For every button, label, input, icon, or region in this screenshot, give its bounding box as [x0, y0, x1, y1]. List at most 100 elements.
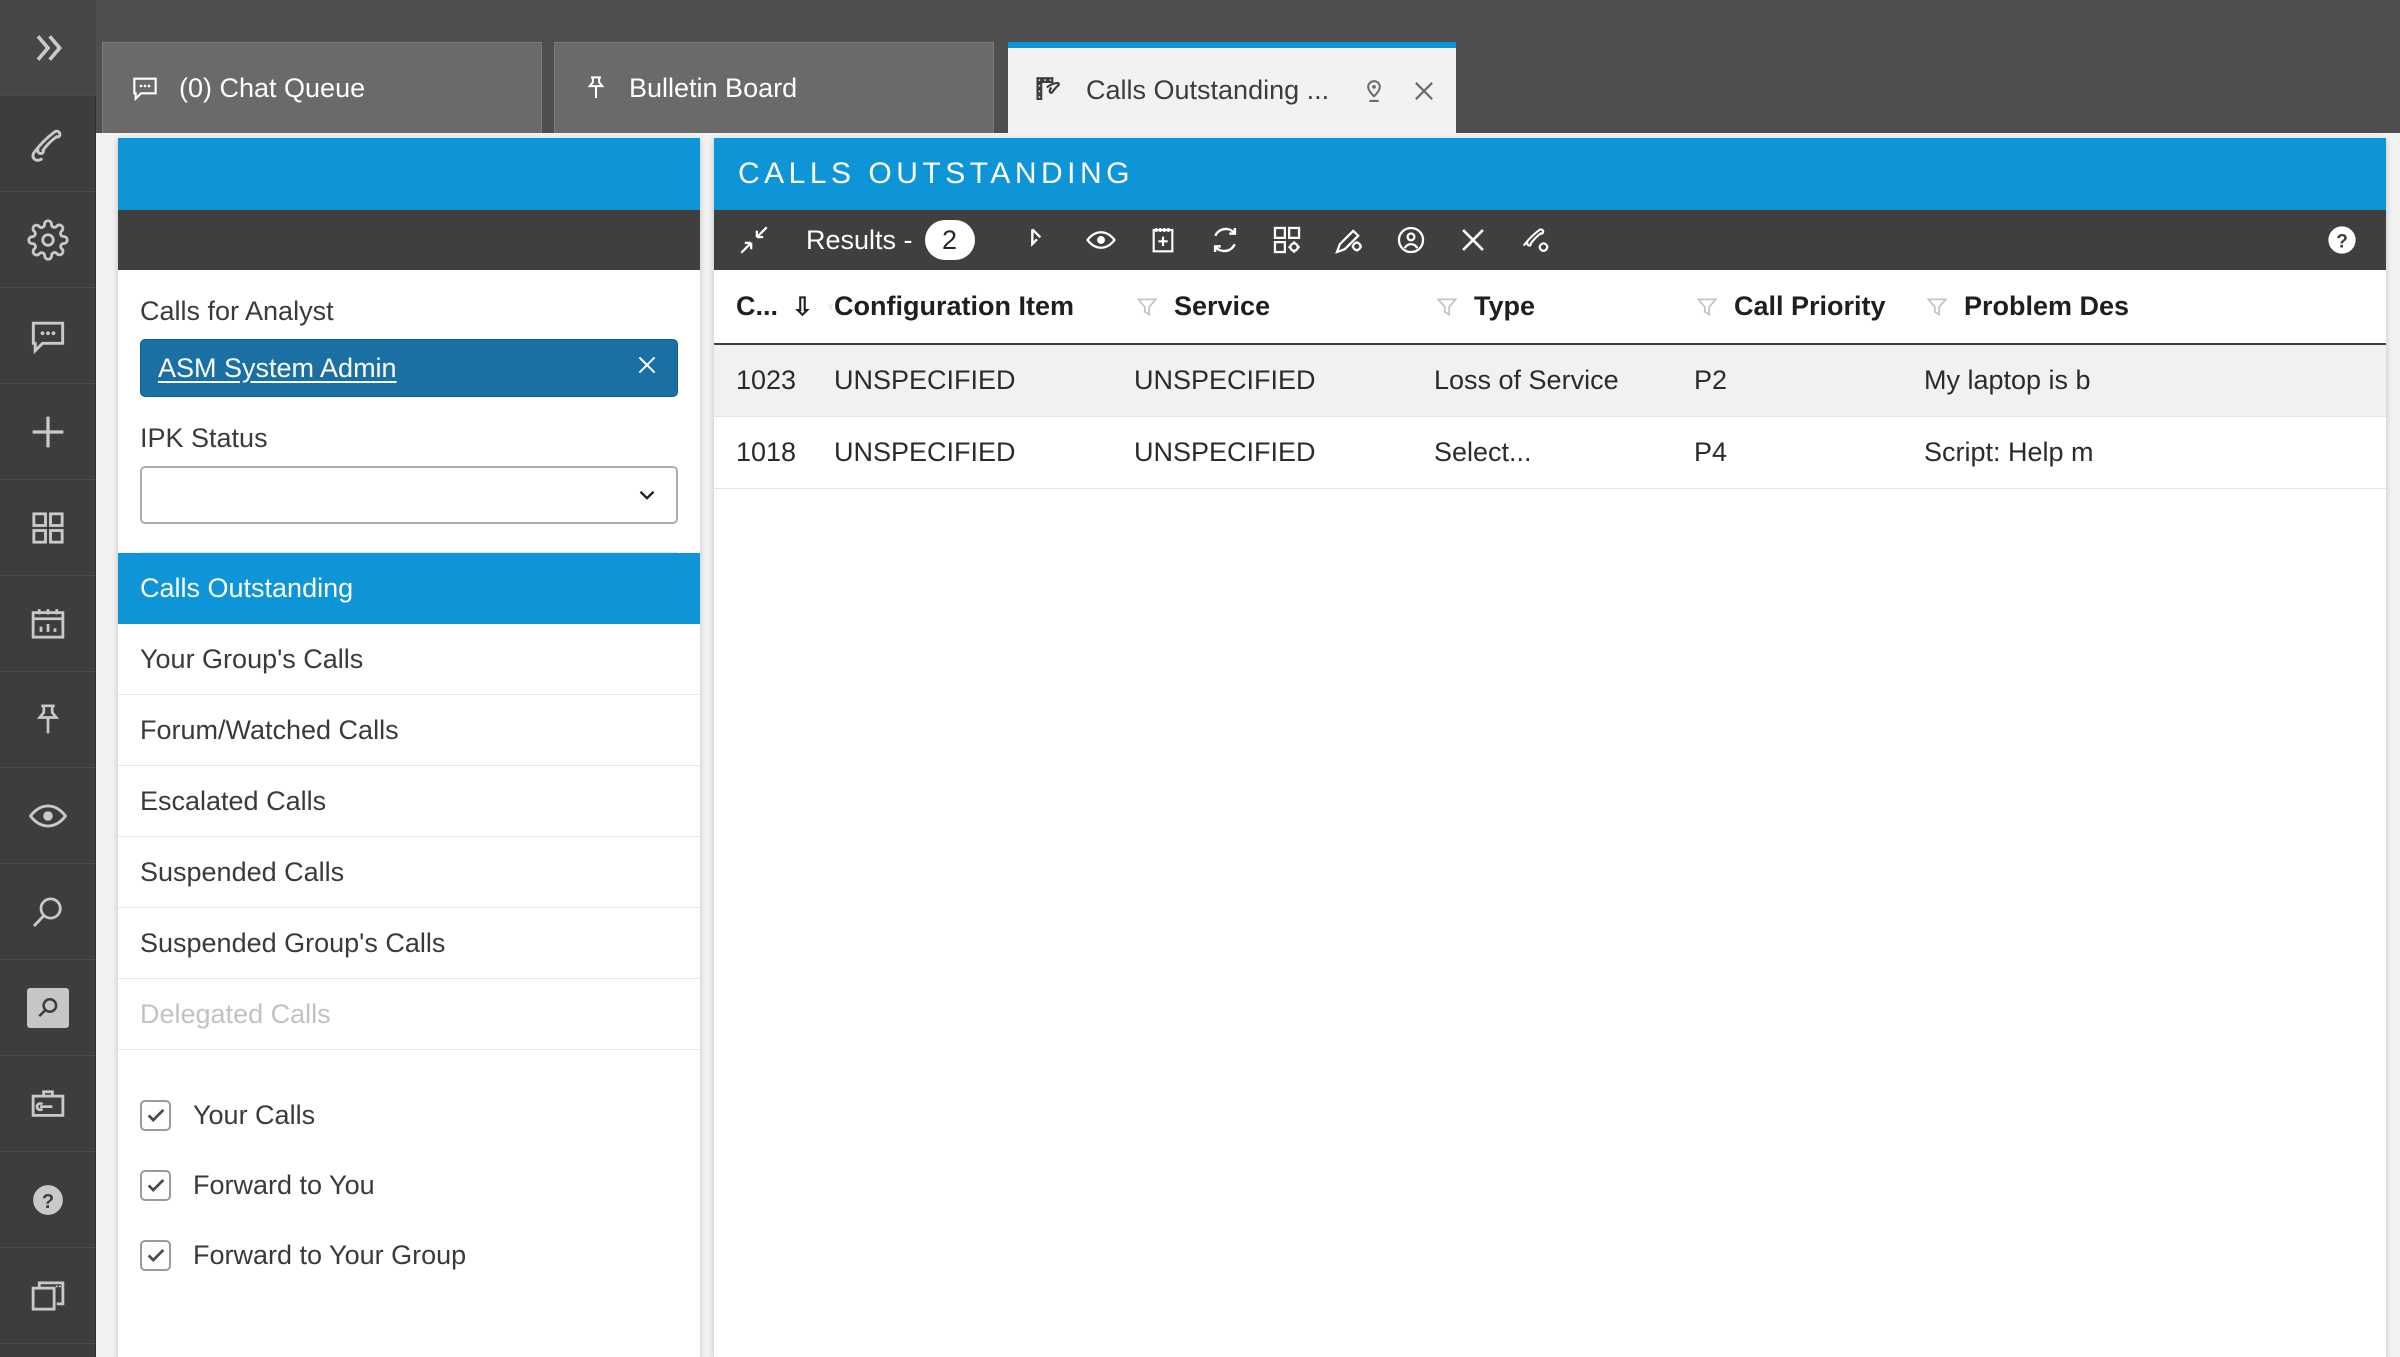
rail-item-calls[interactable]: [0, 96, 96, 192]
rail-item-dashboard[interactable]: [0, 480, 96, 576]
new-call-button[interactable]: [1143, 220, 1183, 260]
column-label: Problem Des: [1964, 291, 2130, 321]
tab-chat-queue[interactable]: (0) Chat Queue: [102, 42, 542, 133]
column-label: Service: [1174, 291, 1271, 321]
column-header-type[interactable]: Type: [1434, 270, 1694, 345]
rail-item-new[interactable]: [0, 384, 96, 480]
pointer-select-button[interactable]: [1019, 220, 1059, 260]
cell-service: UNSPECIFIED: [1134, 416, 1434, 489]
tab-strip: (0) Chat Queue Bulletin Board Calls Outs…: [96, 0, 2400, 133]
table-row[interactable]: 1018 UNSPECIFIED UNSPECIFIED Select... P…: [714, 416, 2386, 489]
sidebar-item-forum-watched-calls[interactable]: Forum/Watched Calls: [118, 695, 700, 766]
column-header-problem-description[interactable]: Problem Des: [1924, 270, 2386, 345]
rail-item-tools[interactable]: [0, 1056, 96, 1152]
gear-icon: [27, 218, 69, 261]
grid-icon: [32, 511, 64, 544]
checkbox-forward-to-your-group[interactable]: [140, 1239, 171, 1271]
filter-funnel-icon[interactable]: [1434, 294, 1460, 320]
tab-bulletin-board[interactable]: Bulletin Board: [554, 42, 994, 133]
checkbox-row-your-calls[interactable]: Your Calls: [140, 1080, 700, 1150]
sidebar-item-label: Calls Outstanding: [140, 573, 354, 603]
column-header-configuration-item[interactable]: Configuration Item: [834, 270, 1134, 345]
chat-bubble-icon: [31, 321, 65, 354]
rail-item-chat[interactable]: [0, 288, 96, 384]
expand-rail-button[interactable]: [0, 0, 96, 96]
check-icon: [147, 1178, 164, 1192]
eye-icon: [28, 803, 68, 828]
sidebar-item-suspended-calls[interactable]: Suspended Calls: [118, 837, 700, 908]
phone-icon: [31, 129, 62, 162]
phone-settings-button[interactable]: [1515, 220, 1555, 260]
close-icon[interactable]: [1410, 77, 1438, 105]
rail-item-reports[interactable]: [0, 576, 96, 672]
column-header-call-priority[interactable]: Call Priority: [1694, 270, 1924, 345]
ipk-status-select[interactable]: [140, 466, 678, 524]
close-call-button[interactable]: [1453, 220, 1493, 260]
rail-item-watched[interactable]: [0, 768, 96, 864]
analyst-input[interactable]: ASM System Admin: [140, 339, 678, 397]
location-pin-icon[interactable]: [1360, 77, 1388, 105]
analyst-field-block: Calls for Analyst ASM System Admin: [118, 270, 700, 397]
search-icon: [32, 896, 62, 927]
pencil-settings-icon: [1334, 229, 1362, 254]
help-button[interactable]: ?: [2322, 220, 2362, 260]
chevron-double-right-icon: [36, 34, 63, 61]
collapse-arrows-icon: [740, 226, 768, 254]
tab-label: Bulletin Board: [629, 72, 798, 103]
rail-item-windows[interactable]: [0, 1248, 96, 1344]
filter-funnel-icon[interactable]: [1134, 294, 1160, 320]
pin-icon: [36, 704, 60, 733]
grid-settings-button[interactable]: [1267, 220, 1307, 260]
sidebar-item-your-groups-calls[interactable]: Your Group's Calls: [118, 624, 700, 695]
pencil-settings-button[interactable]: [1329, 220, 1369, 260]
checkbox-forward-to-you[interactable]: [140, 1169, 171, 1201]
rail-item-search[interactable]: [0, 864, 96, 960]
close-x-icon: [1461, 229, 1484, 251]
checkbox-row-forward-to-you[interactable]: Forward to You: [140, 1150, 700, 1220]
cell-type: Loss of Service: [1434, 344, 1694, 417]
checkbox-row-forward-to-your-group[interactable]: Forward to Your Group: [140, 1220, 700, 1290]
filter-funnel-icon[interactable]: [1924, 294, 1950, 320]
checkbox-label: Forward to You: [193, 1169, 375, 1200]
rail-item-bulletin[interactable]: [0, 672, 96, 768]
eye-icon: [1085, 231, 1116, 249]
sidebar-item-calls-outstanding[interactable]: Calls Outstanding: [118, 553, 700, 624]
analyst-token-label: ASM System Admin: [158, 352, 397, 383]
clear-analyst-button[interactable]: [634, 352, 660, 384]
chat-bubble-icon: [133, 77, 157, 102]
sidebar-item-label: Your Group's Calls: [140, 643, 364, 674]
refresh-icon: [1213, 227, 1236, 253]
column-header-call-number[interactable]: C... ⇩: [714, 270, 834, 345]
cell-call-priority: P4: [1694, 416, 1924, 489]
grid-settings-icon: [1273, 226, 1300, 254]
calls-outstanding-icon: [1036, 76, 1060, 100]
left-icon-rail: ?: [0, 0, 96, 1357]
cell-service: UNSPECIFIED: [1134, 344, 1434, 417]
person-circle-icon: [1397, 226, 1424, 254]
ipk-status-block: IPK Status: [118, 397, 700, 553]
sidebar-item-suspended-groups-calls[interactable]: Suspended Group's Calls: [118, 908, 700, 979]
check-icon: [147, 1248, 164, 1262]
rail-item-settings[interactable]: [0, 192, 96, 288]
filter-funnel-icon[interactable]: [1694, 294, 1720, 320]
rail-item-advanced-search[interactable]: [0, 960, 96, 1056]
page-title: CALLS OUTSTANDING: [738, 157, 1134, 190]
rail-item-help[interactable]: ?: [0, 1152, 96, 1248]
column-label: Type: [1474, 291, 1536, 321]
table-row[interactable]: 1023 UNSPECIFIED UNSPECIFIED Loss of Ser…: [714, 344, 2386, 417]
tab-calls-outstanding[interactable]: Calls Outstanding ...: [1008, 42, 1456, 133]
cell-problem-description: My laptop is b: [1924, 344, 2386, 417]
view-button[interactable]: [1081, 220, 1121, 260]
cell-call-number: 1023: [714, 344, 834, 417]
refresh-button[interactable]: [1205, 220, 1245, 260]
search-box-icon: [27, 987, 69, 1028]
filter-funnel-icon[interactable]: [827, 294, 834, 320]
sidebar-item-escalated-calls[interactable]: Escalated Calls: [118, 766, 700, 837]
checkbox-your-calls[interactable]: [140, 1099, 171, 1131]
column-label: Configuration Item: [834, 291, 1074, 321]
column-header-service[interactable]: Service: [1134, 270, 1434, 345]
assign-person-button[interactable]: [1391, 220, 1431, 260]
sidebar-item-delegated-calls: Delegated Calls: [118, 979, 700, 1050]
notepad-add-icon: [1152, 228, 1173, 253]
collapse-arrows-button[interactable]: [734, 220, 774, 260]
